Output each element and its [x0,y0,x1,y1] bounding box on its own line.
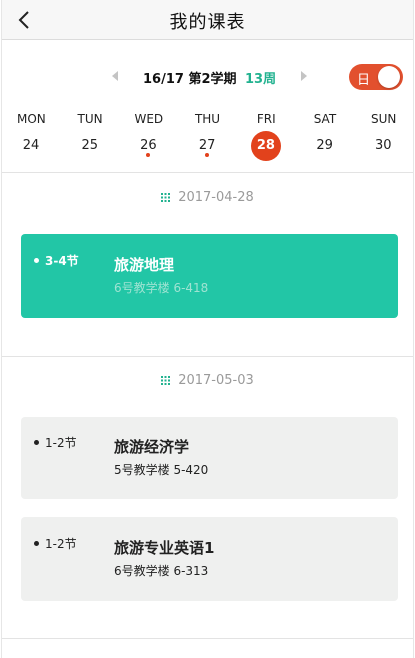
toggle-knob [378,66,400,88]
day-number: 29 [316,138,333,153]
day-sat[interactable]: SAT 29 [296,110,355,170]
week-label: 13周 [245,72,277,87]
course-location: 5号教学楼 5-420 [114,463,209,477]
day-number: 24 [22,138,40,153]
day-name: TUN [77,112,103,126]
course-location: 6号教学楼 6-313 [114,564,209,578]
course-card[interactable]: 1-2节 旅游经济学 5号教学楼 5-420 [21,417,398,499]
course-name: 旅游经济学 [114,438,190,456]
course-name: 旅游专业英语1 [114,539,215,557]
day-name: WED [134,112,164,126]
day-name: SAT [313,112,337,126]
course-location: 6号教学楼 6-418 [114,281,209,295]
toggle-label: 日 [357,73,371,88]
day-tue[interactable]: TUN 25 [61,110,120,170]
day-name: FRI [256,112,276,126]
bullet-dot [34,440,39,445]
day-number-selected: 28 [250,131,281,161]
week-row: MON 24 TUN 25 WED 26 THU 27 FRI 28 SAT 2… [2,110,413,170]
date-label: 2017-05-03 [178,373,254,388]
prev-week-arrow-icon[interactable] [112,71,118,81]
course-name: 旅游地理 [114,256,175,274]
calendar-grid-icon [161,193,171,202]
date-header: 2017-05-03 [2,373,413,388]
term-bar: 16/17 第2学期 13周 日 [2,62,413,92]
day-sun[interactable]: SUN 30 [354,110,413,170]
date-header: 2017-04-28 [2,190,413,205]
app-frame: 我的课表 16/17 第2学期 13周 日 MON 24 TUN 25 WED … [1,0,414,658]
course-period: 3-4节 [45,254,79,268]
calendar-grid-icon [161,376,171,385]
term-label: 16/17 第2学期 [143,72,237,87]
day-name: SUN [370,112,397,126]
day-view-toggle[interactable]: 日 [349,64,403,90]
bullet-dot [34,258,39,263]
day-mon[interactable]: MON 24 [2,110,61,170]
next-week-arrow-icon[interactable] [301,71,307,81]
bullet-dot [34,541,39,546]
day-name: MON [16,112,46,126]
day-thu[interactable]: THU 27 [178,110,237,170]
nav-bar: 我的课表 [2,0,413,40]
divider [2,356,413,357]
day-wed[interactable]: WED 26 [119,110,178,170]
day-number: 25 [81,138,98,153]
divider [2,638,413,639]
course-period: 1-2节 [45,436,77,450]
course-card[interactable]: 3-4节 旅游地理 6号教学楼 6-418 [21,234,398,318]
page-title: 我的课表 [169,12,246,33]
day-name: THU [194,112,221,126]
day-fri[interactable]: FRI 28 [237,110,296,170]
course-card[interactable]: 1-2节 旅游专业英语1 6号教学楼 6-313 [21,517,398,601]
date-label: 2017-04-28 [178,190,254,205]
divider [2,172,413,173]
course-period: 1-2节 [45,537,77,551]
day-number: 30 [375,138,392,153]
